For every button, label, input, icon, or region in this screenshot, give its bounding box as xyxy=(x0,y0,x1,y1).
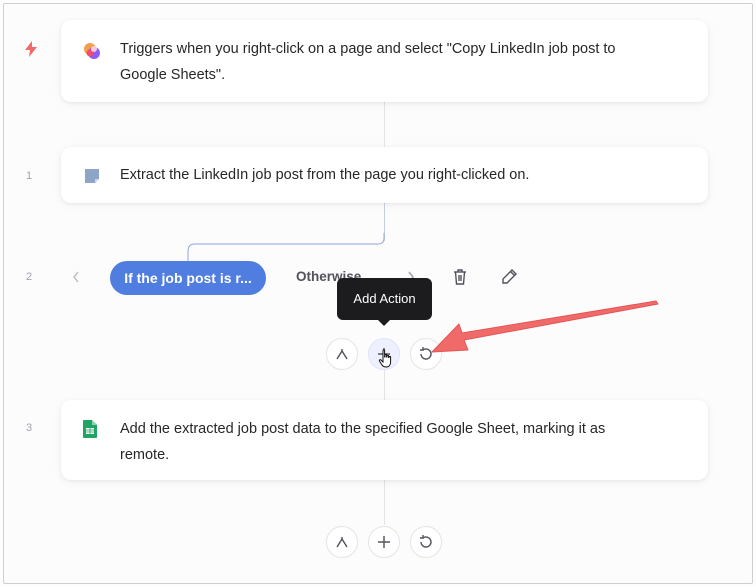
loop-icon xyxy=(420,535,432,548)
step-number: 1 xyxy=(26,170,33,182)
trigger-text: Triggers when you right-click on a page … xyxy=(120,41,616,83)
step-card[interactable]: Add the extracted job post data to the s… xyxy=(61,400,708,480)
add-action-button[interactable] xyxy=(368,526,400,558)
step-text: Add the extracted job post data to the s… xyxy=(120,421,606,463)
branch-tab-active[interactable]: If the job post is r... xyxy=(110,261,266,295)
connector-line xyxy=(384,480,385,525)
trigger-card[interactable]: Triggers when you right-click on a page … xyxy=(61,20,708,102)
connector-line xyxy=(384,102,385,147)
branch-connector xyxy=(187,233,385,264)
app-logo-icon xyxy=(83,42,101,65)
step-card[interactable]: Extract the LinkedIn job post from the p… xyxy=(61,147,708,203)
step-number: 3 xyxy=(26,422,33,434)
step-number: 2 xyxy=(26,271,33,283)
branch-icon xyxy=(336,349,348,360)
trigger-bolt-icon xyxy=(24,41,38,62)
connector-line xyxy=(384,370,385,400)
extract-note-icon xyxy=(83,167,101,190)
step-text: Extract the LinkedIn job post from the p… xyxy=(120,167,530,183)
workflow-canvas: Triggers when you right-click on a page … xyxy=(3,3,753,584)
annotation-arrow xyxy=(431,300,659,353)
chevron-left-icon[interactable] xyxy=(71,270,81,289)
plus-icon xyxy=(378,536,390,548)
branch-button[interactable] xyxy=(326,338,358,370)
branch-icon xyxy=(336,537,348,548)
loop-button[interactable] xyxy=(410,526,442,558)
branch-button[interactable] xyxy=(326,526,358,558)
trash-icon[interactable] xyxy=(452,268,468,291)
google-sheets-icon xyxy=(83,420,97,443)
pencil-icon[interactable] xyxy=(501,268,518,290)
hand-cursor-icon xyxy=(378,349,394,374)
